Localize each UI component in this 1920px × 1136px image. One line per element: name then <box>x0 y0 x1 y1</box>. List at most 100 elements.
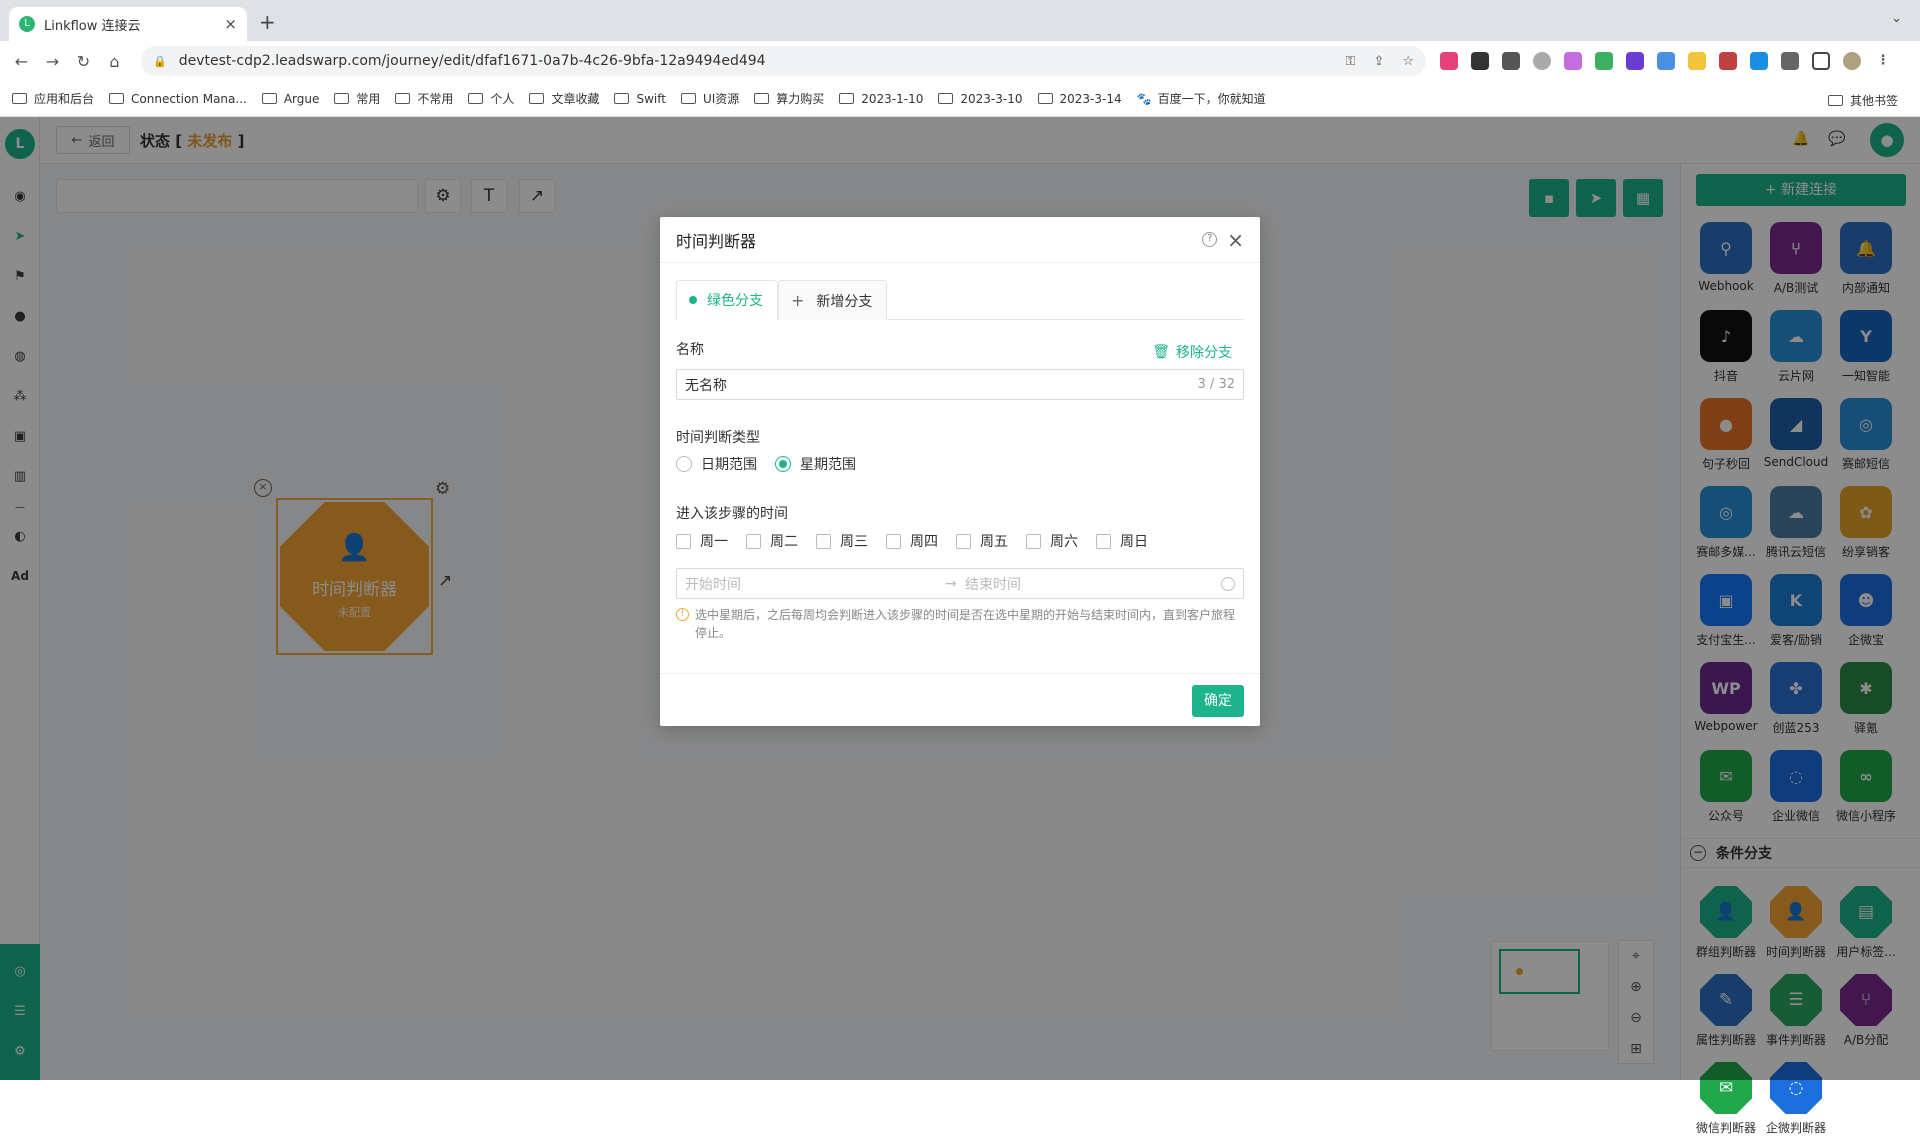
bookmark-folder[interactable]: 文章收藏 <box>529 90 599 107</box>
start-time-placeholder: 开始时间 <box>685 576 741 593</box>
profile-avatar-icon[interactable] <box>1843 52 1861 70</box>
bookmark-folder[interactable]: Connection Mana... <box>109 92 247 106</box>
checkbox-label: 周六 <box>1050 534 1078 550</box>
time-range-picker[interactable]: 开始时间 → 结束时间 <box>676 568 1244 599</box>
new-tab-button[interactable]: + <box>259 10 276 34</box>
radio-circle <box>676 456 692 472</box>
tab-search-chevron-icon[interactable]: ⌄ <box>1891 11 1902 26</box>
tab-label: 绿色分支 <box>707 293 763 309</box>
connector-label: 企微判断器 <box>1765 1121 1826 1135</box>
remove-branch-button[interactable]: 🗑 移除分支 <box>1152 342 1232 362</box>
checkbox-label: 周二 <box>770 534 798 550</box>
checkbox-wednesday[interactable]: 周三 <box>816 531 868 551</box>
tab-title: Linkflow 连接云 <box>44 18 141 34</box>
bookmark-label: 常用 <box>356 92 381 106</box>
bookmark-label: Swift <box>636 91 666 106</box>
folder-icon <box>109 93 125 104</box>
time-judge-dialog: 时间判断器 ? × 绿色分支 + 新增分支 名称 🗑 移除分支 无名称 3 / … <box>660 217 1260 726</box>
bookmark-folder[interactable]: 2023-3-10 <box>938 91 1023 106</box>
browser-tab[interactable]: L Linkflow 连接云 × <box>9 7 247 41</box>
bookmark-folder[interactable]: 应用和后台 <box>12 90 94 107</box>
checkbox-monday[interactable]: 周一 <box>676 531 728 551</box>
folder-icon <box>614 93 630 104</box>
checkbox-box <box>956 533 971 549</box>
extension-close-icon[interactable] <box>1502 52 1520 70</box>
confirm-button[interactable]: 确定 <box>1192 685 1244 717</box>
checkbox-saturday[interactable]: 周六 <box>1026 531 1078 551</box>
time-label: 进入该步骤的时间 <box>676 506 788 522</box>
forward-arrow-icon[interactable]: → <box>37 52 68 71</box>
checkbox-sunday[interactable]: 周日 <box>1096 531 1148 551</box>
extension-circle-icon[interactable] <box>1533 52 1551 70</box>
checkbox-box <box>886 533 901 549</box>
bookmarks-bar: 应用和后台 Connection Mana... Argue 常用 不常用 个人… <box>0 81 1920 117</box>
key-icon[interactable]: ⚿ <box>1346 54 1356 69</box>
bookmark-link[interactable]: 🐾 百度一下，你就知道 <box>1137 90 1266 107</box>
tab-green-branch[interactable]: 绿色分支 <box>676 280 778 320</box>
extension-blue-icon[interactable] <box>1750 52 1768 70</box>
bookmark-label: Argue <box>283 91 320 106</box>
extension-red-icon[interactable] <box>1719 52 1737 70</box>
bookmark-folder[interactable]: 2023-3-14 <box>1037 92 1122 106</box>
bookmark-star-icon[interactable]: ☆ <box>1402 54 1414 69</box>
radio-label: 星期范围 <box>800 457 856 473</box>
checkbox-label: 周三 <box>840 534 868 550</box>
bookmark-label: 个人 <box>490 92 515 106</box>
radio-date-range[interactable]: 日期范围 <box>676 454 757 474</box>
extension-rocket-icon[interactable] <box>1595 52 1613 70</box>
name-input[interactable]: 无名称 3 / 32 <box>676 369 1244 400</box>
help-icon[interactable]: ? <box>1202 232 1218 247</box>
reload-icon[interactable]: ↻ <box>68 52 99 71</box>
bookmark-folder[interactable]: 不常用 <box>395 90 453 107</box>
checkbox-friday[interactable]: 周五 <box>956 531 1008 551</box>
bookmark-folder[interactable]: Argue <box>261 91 320 106</box>
folder-icon <box>529 93 545 104</box>
folder-icon <box>468 93 484 104</box>
extensions-puzzle-icon[interactable] <box>1781 52 1799 70</box>
bookmark-label: 2023-3-10 <box>960 91 1023 106</box>
tab-close-icon[interactable]: × <box>224 15 237 33</box>
weekday-checkbox-group: 周一 周二 周三 周四 周五 周六 周日 <box>676 531 1148 551</box>
bookmark-folder[interactable]: UI资源 <box>680 90 739 107</box>
name-value: 无名称 <box>685 377 727 394</box>
green-dot-icon <box>689 296 697 304</box>
bookmark-label: Connection Mana... <box>131 91 247 106</box>
browser-tabstrip: L Linkflow 连接云 × + ⌄ <box>0 0 1920 41</box>
type-label: 时间判断类型 <box>676 430 760 446</box>
other-bookmarks[interactable]: 其他书签 <box>1827 92 1898 109</box>
extension-badge-icon[interactable] <box>1626 52 1644 70</box>
checkbox-thursday[interactable]: 周四 <box>886 531 938 551</box>
bookmark-folder[interactable]: 算力购买 <box>754 90 824 107</box>
bookmark-folder[interactable]: 常用 <box>334 90 380 107</box>
extension-purple-icon[interactable] <box>1564 52 1582 70</box>
extension-yellow-icon[interactable] <box>1688 52 1706 70</box>
bookmark-folder[interactable]: 个人 <box>468 90 514 107</box>
sidepanel-icon[interactable] <box>1812 52 1830 70</box>
radio-circle-checked <box>775 456 791 472</box>
bookmark-folder[interactable]: 2023-1-10 <box>839 92 923 106</box>
clock-icon <box>1221 576 1235 591</box>
bookmark-label: 应用和后台 <box>34 92 95 106</box>
checkbox-tuesday[interactable]: 周二 <box>746 531 798 551</box>
folder-icon <box>334 93 350 104</box>
bookmark-folder[interactable]: Swift <box>614 91 666 106</box>
close-icon[interactable]: × <box>1227 230 1244 250</box>
hint-text: ! 选中星期后，之后每周均会判断进入该步骤的时间是否在选中星期的开始与结束时间内… <box>676 606 1244 642</box>
folder-icon <box>754 93 770 104</box>
tab-add-branch[interactable]: + 新增分支 <box>778 280 887 320</box>
radio-week-range[interactable]: 星期范围 <box>775 454 856 474</box>
extension-sync-icon[interactable] <box>1657 52 1675 70</box>
other-bookmarks-label: 其他书签 <box>1849 94 1898 108</box>
back-arrow-icon[interactable]: ← <box>6 52 37 71</box>
extension-dark-icon[interactable] <box>1471 52 1489 70</box>
address-bar[interactable]: 🔒 devtest-cdp2.leadswarp.com/journey/edi… <box>141 46 1426 76</box>
home-icon[interactable]: ⌂ <box>99 52 130 71</box>
folder-icon <box>938 93 954 104</box>
url-text: devtest-cdp2.leadswarp.com/journey/edit/… <box>178 53 766 69</box>
extension-translate-icon[interactable] <box>1440 52 1458 70</box>
name-char-count: 3 / 32 <box>1197 377 1235 392</box>
browser-menu-icon[interactable]: ⋮ <box>1874 52 1892 70</box>
folder-icon <box>839 93 855 104</box>
share-icon[interactable]: ⇪ <box>1373 54 1384 69</box>
tab-label: 新增分支 <box>816 293 873 310</box>
